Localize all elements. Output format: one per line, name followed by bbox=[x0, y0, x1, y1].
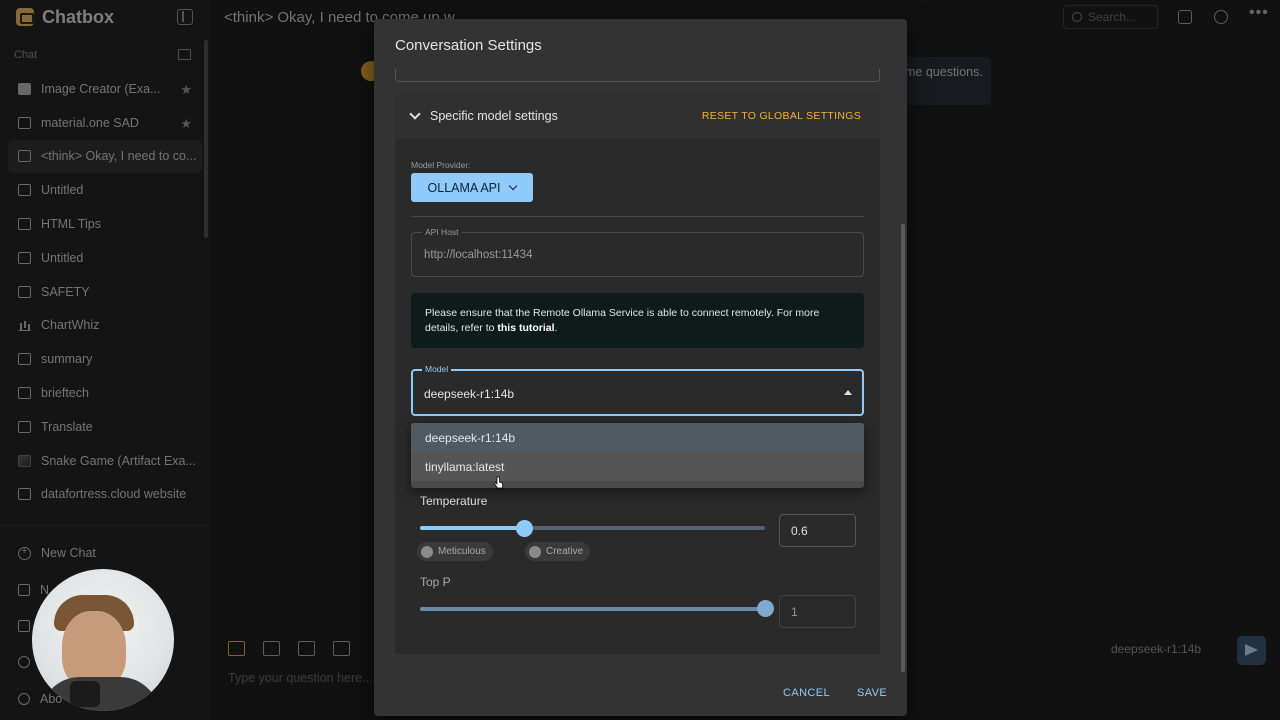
reset-to-global-button[interactable]: RESET TO GLOBAL SETTINGS bbox=[702, 110, 861, 122]
model-dropdown-menu: deepseek-r1:14b tinyllama:latest bbox=[411, 423, 864, 488]
top-p-slider-thumb[interactable] bbox=[757, 600, 774, 617]
model-provider-button[interactable]: OLLAMA API bbox=[411, 173, 533, 202]
model-select[interactable]: Model deepseek-r1:14b bbox=[411, 364, 864, 416]
ollama-info-alert: Please ensure that the Remote Ollama Ser… bbox=[411, 293, 864, 348]
model-value: deepseek-r1:14b bbox=[424, 387, 515, 401]
caret-up-icon bbox=[844, 390, 852, 395]
top-p-value: 1 bbox=[791, 605, 798, 619]
cancel-button[interactable]: CANCEL bbox=[783, 687, 830, 699]
provider-value: OLLAMA API bbox=[427, 180, 501, 195]
accordion-header[interactable]: Specific model settings RESET TO GLOBAL … bbox=[395, 94, 880, 139]
previous-field bbox=[395, 69, 880, 82]
creative-icon bbox=[529, 545, 541, 558]
top-p-slider-fill bbox=[420, 607, 765, 611]
creative-chip[interactable]: Creative bbox=[525, 542, 591, 561]
model-provider-label: Model Provider: bbox=[411, 160, 471, 170]
temperature-value: 0.6 bbox=[791, 524, 808, 538]
accordion-title: Specific model settings bbox=[430, 109, 558, 123]
model-option[interactable]: deepseek-r1:14b bbox=[411, 423, 864, 452]
dialog-actions: CANCEL SAVE bbox=[374, 679, 907, 709]
conversation-settings-dialog: Conversation Settings Specific model set… bbox=[374, 19, 907, 716]
top-p-input[interactable]: 1 bbox=[779, 595, 856, 628]
dialog-title: Conversation Settings bbox=[395, 37, 542, 54]
divider bbox=[411, 216, 864, 217]
model-label: Model bbox=[422, 364, 452, 374]
model-option[interactable]: tinyllama:latest bbox=[411, 452, 864, 481]
webcam-overlay bbox=[32, 569, 174, 711]
api-host-value: http://localhost:11434 bbox=[424, 249, 533, 261]
meticulous-chip[interactable]: Meticulous bbox=[417, 542, 493, 561]
api-host-field[interactable]: API Host http://localhost:11434 bbox=[411, 227, 864, 277]
temperature-input[interactable]: 0.6 bbox=[779, 514, 856, 547]
chevron-down-icon bbox=[509, 181, 518, 191]
save-button[interactable]: SAVE bbox=[857, 687, 887, 699]
creative-label: Creative bbox=[546, 546, 584, 557]
temperature-slider-fill bbox=[420, 526, 524, 530]
specific-model-settings-panel: Specific model settings RESET TO GLOBAL … bbox=[395, 94, 880, 654]
api-host-label: API Host bbox=[422, 227, 462, 237]
info-text-end: . bbox=[554, 322, 558, 334]
meticulous-icon bbox=[421, 545, 433, 558]
hand-pointer-icon bbox=[494, 476, 503, 489]
temperature-slider-thumb[interactable] bbox=[516, 520, 533, 537]
meticulous-label: Meticulous bbox=[438, 546, 486, 557]
top-p-label: Top P bbox=[420, 575, 451, 589]
info-text: Please ensure that the Remote Ollama Ser… bbox=[425, 307, 820, 334]
webcam-shirt bbox=[40, 677, 160, 711]
dialog-scrollbar[interactable] bbox=[901, 224, 905, 672]
tutorial-link[interactable]: this tutorial bbox=[497, 322, 554, 334]
temperature-label: Temperature bbox=[420, 494, 488, 508]
chevron-down-icon bbox=[409, 108, 421, 120]
microphone-icon bbox=[70, 681, 100, 707]
